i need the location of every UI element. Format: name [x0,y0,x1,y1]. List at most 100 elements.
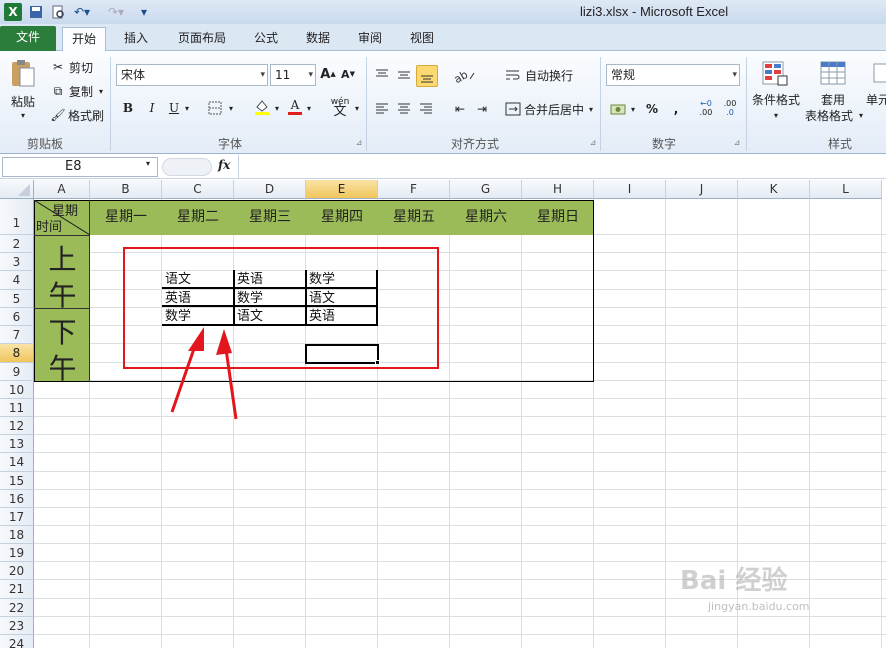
column-header-g[interactable]: G [450,180,522,199]
copy-dropdown-icon[interactable]: ▾ [96,83,106,99]
conditional-formatting-dropdown-icon[interactable]: ▾ [770,109,782,121]
formula-input[interactable] [242,157,882,177]
row-header-21[interactable]: 21 [0,580,34,599]
row-header-10[interactable]: 10 [0,381,34,399]
phonetic-dropdown-icon[interactable]: ▾ [352,99,362,117]
name-box[interactable]: E8 [2,157,158,177]
align-top-icon[interactable] [372,65,392,85]
merge-dropdown-icon[interactable]: ▾ [586,99,596,119]
column-header-k[interactable]: K [738,180,810,199]
row-header-2[interactable]: 2 [0,235,34,253]
name-box-dropdown-icon[interactable]: ▾ [146,159,150,168]
wrap-text-button[interactable]: 自动换行 [522,65,576,85]
font-size-select[interactable]: 11 ▾ [270,64,316,86]
cut-button[interactable]: 剪切 [66,59,96,75]
row-header-6[interactable]: 6 [0,308,34,326]
copy-icon[interactable]: ⧉ [50,83,66,99]
alignment-dialog-launcher-icon[interactable]: ⊿ [588,135,598,149]
row-header-5[interactable]: 5 [0,290,34,308]
row-header-18[interactable]: 18 [0,526,34,544]
print-preview-icon[interactable] [50,3,66,21]
font-dialog-launcher-icon[interactable]: ⊿ [354,135,364,149]
worksheet-grid[interactable]: ABCDEFGHIJKL 1 2 3 4 5 6 7 8 9 10 11 12 13 14 15 16 17 18… [0,180,886,648]
row-header-4[interactable]: 4 [0,271,34,290]
row-header-17[interactable]: 17 [0,508,34,526]
row-header-9[interactable]: 9 [0,363,34,381]
column-header-h[interactable]: H [522,180,594,199]
increase-decimal-button[interactable]: ←0.00 [696,97,716,119]
row-header-16[interactable]: 16 [0,490,34,508]
decrease-indent-icon[interactable]: ⇤ [450,99,470,119]
grow-font-icon[interactable]: A ▲ [320,65,336,83]
row-header-12[interactable]: 12 [0,417,34,435]
select-all-corner[interactable] [0,180,34,199]
row-header-3[interactable]: 3 [0,253,34,271]
comma-style-button[interactable]: , [668,99,684,119]
align-middle-icon[interactable] [394,65,414,85]
formula-bar-handle[interactable] [162,158,212,176]
align-bottom-icon[interactable] [416,65,438,87]
accounting-format-icon[interactable] [608,99,628,119]
column-header-f[interactable]: F [378,180,450,199]
font-name-select[interactable]: 宋体 ▾ [116,64,268,86]
increase-indent-icon[interactable]: ⇥ [472,99,492,119]
row-header-23[interactable]: 23 [0,617,34,635]
paste-icon[interactable] [8,57,36,89]
redo-icon[interactable]: ↷▾ [104,3,128,21]
undo-icon[interactable]: ↶▾ [72,3,92,21]
accounting-dropdown-icon[interactable]: ▾ [628,99,638,119]
column-header-d[interactable]: D [234,180,306,199]
italic-button[interactable]: I [144,99,160,117]
font-color-dropdown-icon[interactable]: ▾ [304,99,314,117]
merge-center-icon[interactable] [504,99,522,119]
conditional-formatting-icon[interactable] [760,59,790,89]
fill-color-dropdown-icon[interactable]: ▾ [272,99,282,117]
row-header-8[interactable]: 8 [0,344,34,363]
border-icon[interactable] [206,99,224,117]
customize-qat-icon[interactable]: ▾ [138,3,150,21]
decrease-decimal-button[interactable]: .00.0 [720,97,740,119]
tab-insert[interactable]: 插入 [116,27,156,51]
phonetic-guide-icon[interactable]: wén 文 [328,95,352,119]
row-header-13[interactable]: 13 [0,435,34,453]
row-header-7[interactable]: 7 [0,326,34,344]
cell-styles-icon[interactable] [872,59,886,89]
cut-icon[interactable]: ✂ [50,59,66,75]
tab-page-layout[interactable]: 页面布局 [170,27,234,51]
column-header-i[interactable]: I [594,180,666,199]
align-right-icon[interactable] [416,99,436,119]
column-header-c[interactable]: C [162,180,234,199]
tab-view[interactable]: 视图 [402,27,442,51]
tab-data[interactable]: 数据 [298,27,338,51]
orientation-icon[interactable]: ab [450,65,478,85]
format-painter-icon[interactable]: 🖌 [50,107,66,123]
merge-center-button[interactable]: 合并后居中 [522,99,586,119]
tab-file[interactable]: 文件 [0,26,56,51]
column-header-e[interactable]: E [306,180,378,199]
copy-button[interactable]: 复制 [66,83,96,99]
format-as-table-icon[interactable] [818,59,848,89]
number-format-select[interactable]: 常规 ▾ [606,64,740,86]
shrink-font-icon[interactable]: A ▼ [340,65,356,83]
tab-formulas[interactable]: 公式 [246,27,286,51]
column-header-l[interactable]: L [810,180,882,199]
bold-button[interactable]: B [120,99,136,117]
column-header-j[interactable]: J [666,180,738,199]
row-header-14[interactable]: 14 [0,453,34,472]
row-header-11[interactable]: 11 [0,399,34,417]
column-header-b[interactable]: B [90,180,162,199]
underline-button[interactable]: U [166,99,182,117]
format-painter-button[interactable]: 格式刷 [66,107,106,123]
percent-style-button[interactable]: % [644,99,660,119]
wrap-text-icon[interactable] [504,65,522,85]
cell-styles-button[interactable]: 单元 [866,91,886,107]
row-header-24[interactable]: 24 [0,635,34,648]
insert-function-icon[interactable]: fx [218,158,230,172]
format-as-table-button-line1[interactable]: 套用 [808,91,858,107]
row-header-19[interactable]: 19 [0,544,34,562]
row-header-22[interactable]: 22 [0,599,34,617]
font-color-button[interactable]: A [286,95,304,117]
column-header-a[interactable]: A [34,180,90,199]
tab-review[interactable]: 审阅 [350,27,390,51]
format-as-table-button-line2[interactable]: 表格格式 [802,107,856,123]
